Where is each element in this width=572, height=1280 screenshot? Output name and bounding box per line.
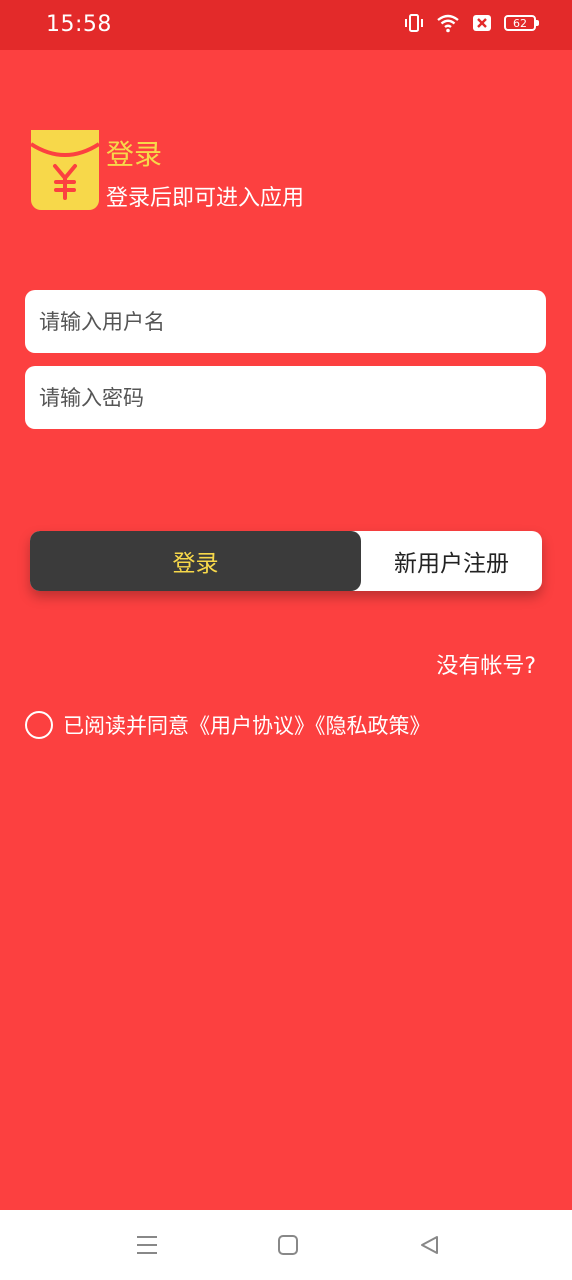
password-input[interactable] <box>25 366 546 429</box>
no-account-link[interactable]: 没有帐号? <box>436 648 536 680</box>
login-button[interactable]: 登录 <box>30 531 361 591</box>
red-envelope-yuan-icon <box>29 130 101 210</box>
home-square-icon[interactable] <box>275 1232 301 1258</box>
menu-icon[interactable] <box>134 1232 160 1258</box>
status-bar: 15:58 62 <box>0 0 572 50</box>
sim-off-icon <box>472 14 492 32</box>
vibrate-icon <box>404 13 424 33</box>
register-button[interactable]: 新用户注册 <box>361 531 542 591</box>
battery-icon: 62 <box>504 15 539 31</box>
page-subtitle: 登录后即可进入应用 <box>106 186 305 211</box>
page-title: 登录 <box>106 138 163 171</box>
wifi-icon <box>436 13 460 33</box>
agreement-text[interactable]: 已阅读并同意《用户协议》《隐私政策》 <box>63 710 431 740</box>
system-nav-bar <box>0 1210 572 1280</box>
status-icons: 62 <box>404 13 539 33</box>
agreement-row[interactable]: 已阅读并同意《用户协议》《隐私政策》 <box>25 710 431 740</box>
agreement-checkbox[interactable] <box>25 711 53 739</box>
username-input[interactable] <box>25 290 546 353</box>
back-triangle-icon[interactable] <box>416 1232 442 1258</box>
status-time: 15:58 <box>46 12 112 37</box>
auth-button-group: 登录 新用户注册 <box>30 531 542 591</box>
